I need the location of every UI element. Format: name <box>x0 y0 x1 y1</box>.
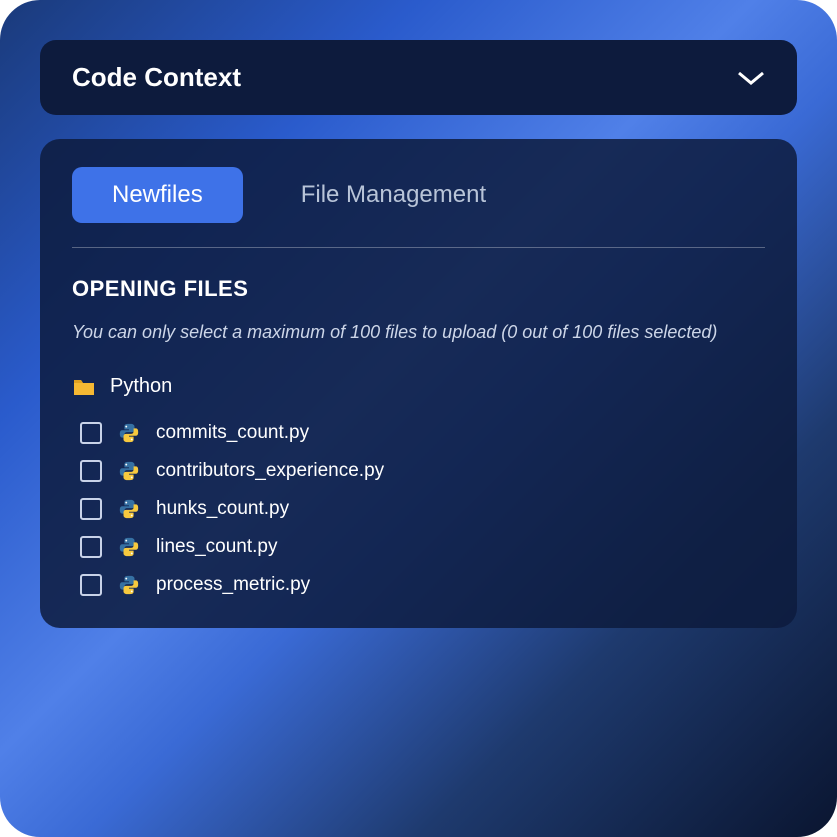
section-title: OPENING FILES <box>72 276 765 302</box>
divider <box>72 247 765 248</box>
file-name: contributors_experience.py <box>156 460 384 482</box>
file-row: hunks_count.py <box>80 498 765 520</box>
file-name: process_metric.py <box>156 574 310 596</box>
file-name: hunks_count.py <box>156 498 289 520</box>
tab-newfiles[interactable]: Newfiles <box>72 167 243 223</box>
file-checkbox[interactable] <box>80 574 102 596</box>
folder-icon <box>72 377 96 397</box>
tab-file-management[interactable]: File Management <box>291 167 526 223</box>
tabs-container: Newfiles File Management <box>72 167 765 223</box>
python-icon <box>118 574 140 596</box>
file-name: commits_count.py <box>156 422 309 444</box>
app-container: Code Context Newfiles File Management OP… <box>0 0 837 837</box>
file-checkbox[interactable] <box>80 460 102 482</box>
main-panel: Newfiles File Management OPENING FILES Y… <box>40 139 797 628</box>
upload-hint: You can only select a maximum of 100 fil… <box>72 322 765 343</box>
header-title: Code Context <box>72 62 241 93</box>
header-bar[interactable]: Code Context <box>40 40 797 115</box>
python-icon <box>118 422 140 444</box>
folder-row[interactable]: Python <box>72 375 765 398</box>
file-row: commits_count.py <box>80 422 765 444</box>
file-row: process_metric.py <box>80 574 765 596</box>
python-icon <box>118 460 140 482</box>
file-checkbox[interactable] <box>80 422 102 444</box>
file-row: contributors_experience.py <box>80 460 765 482</box>
chevron-down-icon <box>737 70 765 86</box>
file-row: lines_count.py <box>80 536 765 558</box>
file-name: lines_count.py <box>156 536 277 558</box>
file-checkbox[interactable] <box>80 498 102 520</box>
python-icon <box>118 498 140 520</box>
file-checkbox[interactable] <box>80 536 102 558</box>
folder-name: Python <box>110 375 172 398</box>
file-list: commits_count.py contributors_experience… <box>72 422 765 596</box>
python-icon <box>118 536 140 558</box>
